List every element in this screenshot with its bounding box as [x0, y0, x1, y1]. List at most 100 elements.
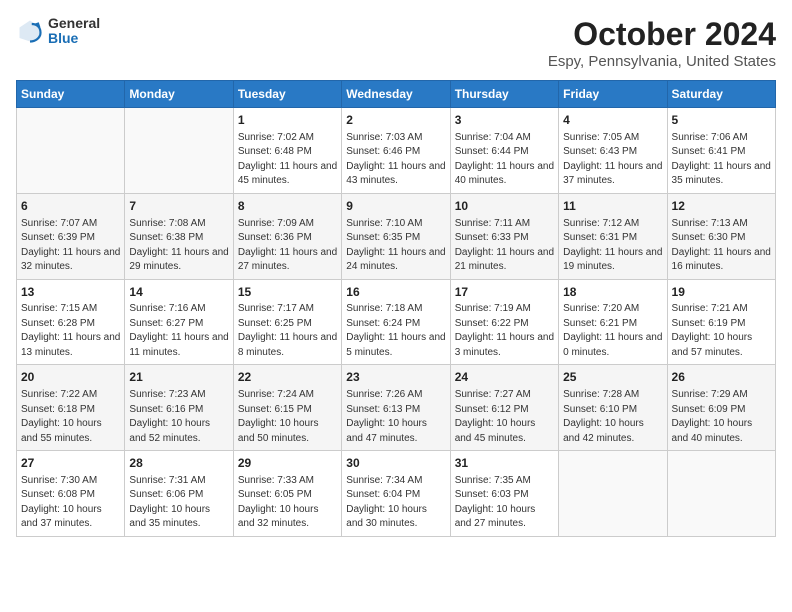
day-info: Sunrise: 7:04 AM Sunset: 6:44 PM Dayligh…: [455, 131, 554, 189]
calendar-cell: 3 Sunrise: 7:04 AM Sunset: 6:44 PM Daylig…: [450, 108, 558, 194]
day-number: 3: [455, 112, 554, 129]
day-number: 12: [672, 198, 771, 215]
calendar-cell: 18Sunrise: 7:20 AM Sunset: 6:21 PM Dayli…: [559, 279, 667, 365]
day-info: Sunrise: 7:34 AM Sunset: 6:04 PM Dayligh…: [346, 474, 445, 532]
week-row-1: 1 Sunrise: 7:02 AM Sunset: 6:48 PM Daylig…: [17, 108, 776, 194]
day-info: Sunrise: 7:08 AM Sunset: 6:38 PM Dayligh…: [129, 217, 228, 275]
day-number: 7: [129, 198, 228, 215]
calendar-cell: 11Sunrise: 7:12 AM Sunset: 6:31 PM Dayli…: [559, 193, 667, 279]
day-info: Sunrise: 7:02 AM Sunset: 6:48 PM Dayligh…: [238, 131, 337, 189]
calendar-cell: 28 Sunrise: 7:31 AM Sunset: 6:06 PM Dayli…: [125, 451, 233, 537]
calendar-cell: 27 Sunrise: 7:30 AM Sunset: 6:08 PM Dayli…: [17, 451, 125, 537]
header-cell-tuesday: Tuesday: [233, 81, 341, 108]
header-cell-saturday: Saturday: [667, 81, 775, 108]
day-info: Sunrise: 7:35 AM Sunset: 6:03 PM Dayligh…: [455, 474, 554, 532]
day-number: 1: [238, 112, 337, 129]
calendar-cell: 16Sunrise: 7:18 AM Sunset: 6:24 PM Dayli…: [342, 279, 450, 365]
day-number: 18: [563, 284, 662, 301]
day-info: Sunrise: 7:19 AM Sunset: 6:22 PM Dayligh…: [455, 302, 554, 360]
day-number: 31: [455, 455, 554, 472]
day-number: 11: [563, 198, 662, 215]
day-number: 20: [21, 369, 120, 386]
calendar-cell: 29Sunrise: 7:33 AM Sunset: 6:05 PM Dayli…: [233, 451, 341, 537]
week-row-4: 20 Sunrise: 7:22 AM Sunset: 6:18 PM Dayli…: [17, 365, 776, 451]
day-info: Sunrise: 7:33 AM Sunset: 6:05 PM Dayligh…: [238, 474, 337, 532]
day-number: 5: [672, 112, 771, 129]
day-info: Sunrise: 7:24 AM Sunset: 6:15 PM Dayligh…: [238, 388, 337, 446]
day-number: 19: [672, 284, 771, 301]
calendar-cell: 10Sunrise: 7:11 AM Sunset: 6:33 PM Dayli…: [450, 193, 558, 279]
calendar-cell: [17, 108, 125, 194]
day-number: 15: [238, 284, 337, 301]
calendar-cell: 14Sunrise: 7:16 AM Sunset: 6:27 PM Dayli…: [125, 279, 233, 365]
day-info: Sunrise: 7:05 AM Sunset: 6:43 PM Dayligh…: [563, 131, 662, 189]
day-info: Sunrise: 7:31 AM Sunset: 6:06 PM Dayligh…: [129, 474, 228, 532]
logo: General Blue: [16, 16, 100, 47]
day-info: Sunrise: 7:13 AM Sunset: 6:30 PM Dayligh…: [672, 217, 771, 275]
header-cell-monday: Monday: [125, 81, 233, 108]
logo-icon: [16, 17, 44, 45]
calendar-cell: 30Sunrise: 7:34 AM Sunset: 6:04 PM Dayli…: [342, 451, 450, 537]
day-number: 17: [455, 284, 554, 301]
calendar-cell: 12 Sunrise: 7:13 AM Sunset: 6:30 PM Dayli…: [667, 193, 775, 279]
day-info: Sunrise: 7:11 AM Sunset: 6:33 PM Dayligh…: [455, 217, 554, 275]
calendar-cell: 9 Sunrise: 7:10 AM Sunset: 6:35 PM Daylig…: [342, 193, 450, 279]
week-row-3: 13Sunrise: 7:15 AM Sunset: 6:28 PM Dayli…: [17, 279, 776, 365]
day-info: Sunrise: 7:22 AM Sunset: 6:18 PM Dayligh…: [21, 388, 120, 446]
day-number: 25: [563, 369, 662, 386]
calendar-cell: 23 Sunrise: 7:26 AM Sunset: 6:13 PM Dayli…: [342, 365, 450, 451]
day-info: Sunrise: 7:23 AM Sunset: 6:16 PM Dayligh…: [129, 388, 228, 446]
calendar-cell: 20 Sunrise: 7:22 AM Sunset: 6:18 PM Dayli…: [17, 365, 125, 451]
calendar-cell: 17Sunrise: 7:19 AM Sunset: 6:22 PM Dayli…: [450, 279, 558, 365]
day-info: Sunrise: 7:27 AM Sunset: 6:12 PM Dayligh…: [455, 388, 554, 446]
calendar-cell: 31 Sunrise: 7:35 AM Sunset: 6:03 PM Dayli…: [450, 451, 558, 537]
week-row-5: 27 Sunrise: 7:30 AM Sunset: 6:08 PM Dayli…: [17, 451, 776, 537]
day-info: Sunrise: 7:16 AM Sunset: 6:27 PM Dayligh…: [129, 302, 228, 360]
logo-line1: General: [48, 16, 100, 31]
calendar-cell: [667, 451, 775, 537]
calendar-table: SundayMondayTuesdayWednesdayThursdayFrid…: [16, 80, 776, 537]
day-number: 14: [129, 284, 228, 301]
day-number: 6: [21, 198, 120, 215]
calendar-cell: 25 Sunrise: 7:28 AM Sunset: 6:10 PM Dayli…: [559, 365, 667, 451]
day-info: Sunrise: 7:28 AM Sunset: 6:10 PM Dayligh…: [563, 388, 662, 446]
calendar-cell: 8 Sunrise: 7:09 AM Sunset: 6:36 PM Daylig…: [233, 193, 341, 279]
day-info: Sunrise: 7:06 AM Sunset: 6:41 PM Dayligh…: [672, 131, 771, 189]
calendar-cell: 7 Sunrise: 7:08 AM Sunset: 6:38 PM Daylig…: [125, 193, 233, 279]
day-info: Sunrise: 7:17 AM Sunset: 6:25 PM Dayligh…: [238, 302, 337, 360]
day-info: Sunrise: 7:15 AM Sunset: 6:28 PM Dayligh…: [21, 302, 120, 360]
day-number: 24: [455, 369, 554, 386]
logo-text: General Blue: [48, 16, 100, 47]
calendar-cell: 4 Sunrise: 7:05 AM Sunset: 6:43 PM Daylig…: [559, 108, 667, 194]
day-info: Sunrise: 7:10 AM Sunset: 6:35 PM Dayligh…: [346, 217, 445, 275]
calendar-cell: [125, 108, 233, 194]
calendar-cell: 22 Sunrise: 7:24 AM Sunset: 6:15 PM Dayli…: [233, 365, 341, 451]
header-cell-sunday: Sunday: [17, 81, 125, 108]
header-cell-friday: Friday: [559, 81, 667, 108]
day-number: 4: [563, 112, 662, 129]
day-number: 16: [346, 284, 445, 301]
calendar-cell: 26Sunrise: 7:29 AM Sunset: 6:09 PM Dayli…: [667, 365, 775, 451]
page-header: General Blue October 2024 Espy, Pennsylv…: [16, 16, 776, 70]
day-info: Sunrise: 7:09 AM Sunset: 6:36 PM Dayligh…: [238, 217, 337, 275]
day-number: 27: [21, 455, 120, 472]
day-number: 9: [346, 198, 445, 215]
day-number: 21: [129, 369, 228, 386]
day-info: Sunrise: 7:07 AM Sunset: 6:39 PM Dayligh…: [21, 217, 120, 275]
day-number: 23: [346, 369, 445, 386]
header-cell-thursday: Thursday: [450, 81, 558, 108]
calendar-cell: 21 Sunrise: 7:23 AM Sunset: 6:16 PM Dayli…: [125, 365, 233, 451]
calendar-cell: 1 Sunrise: 7:02 AM Sunset: 6:48 PM Daylig…: [233, 108, 341, 194]
calendar-cell: 13Sunrise: 7:15 AM Sunset: 6:28 PM Dayli…: [17, 279, 125, 365]
title-section: October 2024 Espy, Pennsylvania, United …: [548, 16, 776, 70]
day-info: Sunrise: 7:29 AM Sunset: 6:09 PM Dayligh…: [672, 388, 771, 446]
day-info: Sunrise: 7:30 AM Sunset: 6:08 PM Dayligh…: [21, 474, 120, 532]
day-number: 22: [238, 369, 337, 386]
calendar-title: October 2024: [548, 16, 776, 53]
calendar-cell: 19Sunrise: 7:21 AM Sunset: 6:19 PM Dayli…: [667, 279, 775, 365]
day-info: Sunrise: 7:26 AM Sunset: 6:13 PM Dayligh…: [346, 388, 445, 446]
calendar-cell: [559, 451, 667, 537]
day-number: 28: [129, 455, 228, 472]
day-number: 8: [238, 198, 337, 215]
logo-line2: Blue: [48, 31, 100, 46]
